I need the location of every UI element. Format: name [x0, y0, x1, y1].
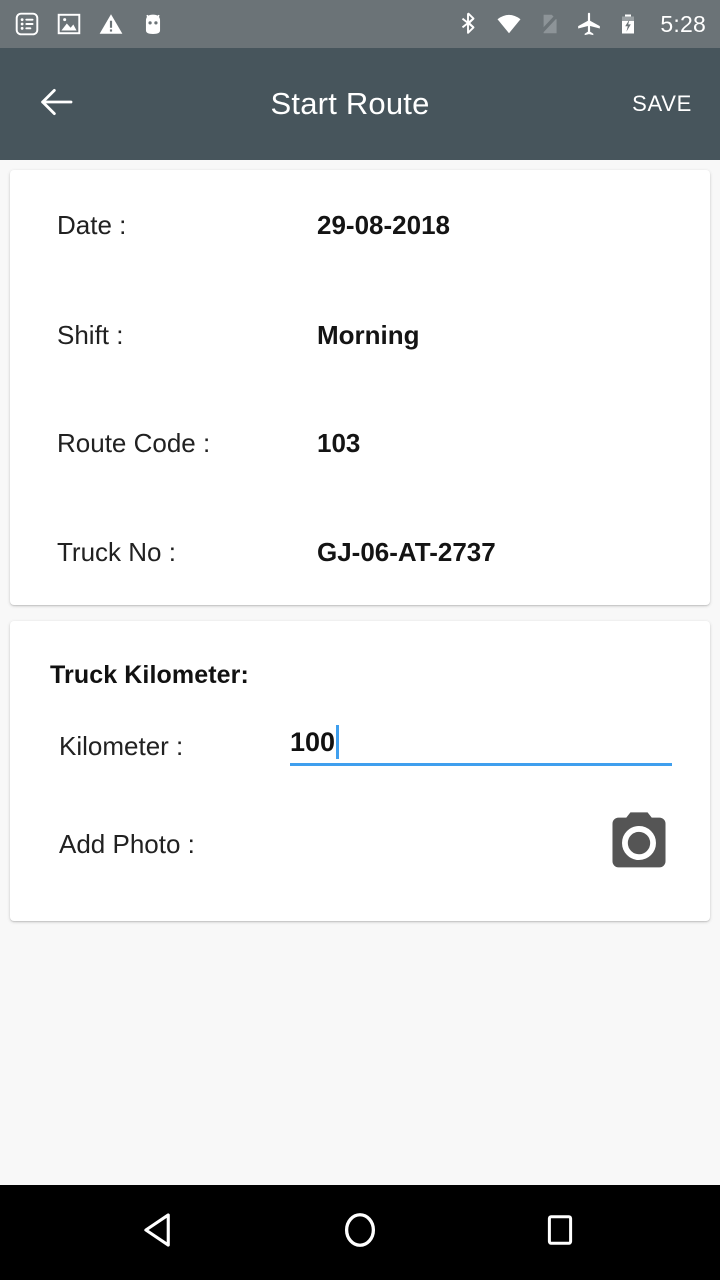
camera-icon	[605, 812, 673, 873]
save-button[interactable]: SAVE	[628, 83, 696, 125]
status-bar: 5:28	[0, 0, 720, 48]
route-info-card: Date : 29-08-2018 Shift : Morning Route …	[10, 170, 710, 605]
section-title-truck-kilometer: Truck Kilometer:	[50, 661, 249, 689]
info-row-truck-no: Truck No : GJ-06-AT-2737	[10, 532, 710, 572]
warning-triangle-icon	[98, 11, 124, 37]
nav-recents-button[interactable]	[515, 1203, 605, 1263]
status-bar-left-icons	[14, 11, 166, 37]
info-label-date: Date :	[57, 209, 127, 240]
status-bar-right-icons: 5:28	[456, 11, 706, 38]
info-value-truck-no: GJ-06-AT-2737	[317, 536, 496, 567]
add-photo-label: Add Photo :	[59, 829, 195, 859]
status-bar-clock: 5:28	[660, 10, 706, 37]
nav-back-button[interactable]	[115, 1203, 205, 1263]
kilometer-input[interactable]: 100	[290, 721, 672, 766]
kilometer-input-value: 100	[290, 726, 336, 757]
info-value-date: 29-08-2018	[317, 209, 450, 240]
bluetooth-icon	[456, 11, 482, 37]
circle-home-icon	[338, 1208, 382, 1257]
wifi-icon	[496, 11, 522, 37]
camera-button[interactable]	[605, 811, 673, 869]
info-value-route-code: 103	[317, 427, 361, 458]
battery-charging-icon	[616, 11, 642, 37]
nav-home-button[interactable]	[315, 1203, 405, 1263]
triangle-back-icon	[138, 1208, 182, 1257]
android-head-icon	[140, 11, 166, 37]
image-icon	[56, 11, 82, 37]
arrow-left-icon	[36, 82, 76, 127]
info-value-shift: Morning	[317, 319, 420, 350]
info-row-date: Date : 29-08-2018	[10, 205, 710, 245]
info-row-route-code: Route Code : 103	[10, 423, 710, 463]
notes-list-icon	[14, 11, 40, 37]
airplane-mode-icon	[576, 11, 602, 37]
app-bar: Start Route SAVE	[0, 48, 720, 160]
no-sim-icon	[536, 11, 562, 37]
text-caret	[336, 725, 340, 759]
truck-kilometer-card: Truck Kilometer: Kilometer : 100 Add Pho…	[10, 621, 710, 921]
info-row-shift: Shift : Morning	[10, 315, 710, 355]
page-title: Start Route	[270, 86, 430, 121]
android-navigation-bar	[0, 1185, 720, 1280]
info-label-shift: Shift :	[57, 319, 124, 350]
info-label-route-code: Route Code :	[57, 427, 211, 458]
square-recents-icon	[541, 1211, 579, 1254]
kilometer-label: Kilometer :	[59, 731, 184, 761]
info-label-truck-no: Truck No :	[57, 536, 176, 567]
